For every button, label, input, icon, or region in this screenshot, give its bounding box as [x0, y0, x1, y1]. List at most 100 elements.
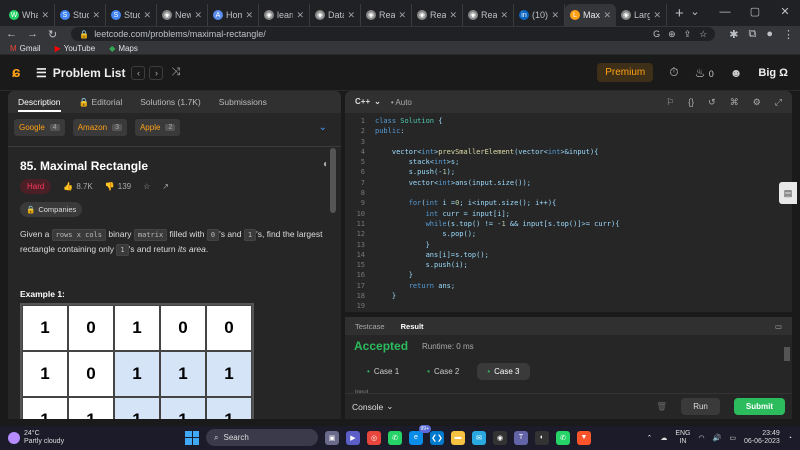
panel-toggle-icon[interactable]: ▭ — [775, 322, 782, 331]
chevron-up-icon[interactable]: ⌃ — [646, 434, 652, 442]
url-text[interactable]: leetcode.com/problems/maximal-rectangle/ — [94, 29, 266, 39]
browser-tab[interactable]: WWhat✕ — [4, 4, 55, 26]
fullscreen-icon[interactable]: ⤢ — [775, 97, 782, 108]
case-2-tab[interactable]: • Case 2 — [417, 363, 469, 380]
language-select[interactable]: C++ ⌄ — [355, 98, 381, 106]
close-tab-icon[interactable]: ✕ — [347, 10, 355, 21]
language-indicator[interactable]: ENG IN — [675, 430, 690, 446]
whatsapp-icon[interactable]: ✆ — [388, 430, 402, 445]
share-icon[interactable]: ↗ — [162, 182, 169, 191]
favorite-star-icon[interactable]: ☆ — [143, 182, 150, 191]
whatsapp-business-icon[interactable]: ✆ — [556, 430, 570, 445]
bookmark-youtube[interactable]: ▶ YouTube — [55, 44, 96, 53]
close-tab-icon[interactable]: ✕ — [41, 10, 49, 21]
battery-icon[interactable]: ▭ — [729, 434, 736, 442]
vscode-icon[interactable]: ❮❯ — [430, 430, 444, 445]
puzzle-icon[interactable]: ⧉ — [748, 28, 756, 41]
auto-mode[interactable]: • Auto — [391, 98, 412, 107]
companies-badge[interactable]: 🔒 Companies — [20, 202, 83, 217]
close-tab-icon[interactable]: ✕ — [500, 10, 508, 21]
back-arrow-icon[interactable]: ← — [6, 28, 17, 40]
result-scrollbar[interactable] — [784, 347, 790, 361]
chevron-down-icon[interactable]: ⌄ — [680, 0, 710, 24]
chrome-icon[interactable]: ◎ — [367, 430, 381, 445]
trash-icon[interactable]: 🗑 — [656, 401, 667, 412]
browser-tab[interactable]: ◉Large✕ — [616, 4, 667, 26]
streak-counter[interactable]: ♨ 0 — [695, 66, 714, 80]
company-apple[interactable]: Apple 2 — [134, 119, 181, 136]
close-tab-icon[interactable]: ✕ — [194, 10, 202, 21]
close-tab-icon[interactable]: ✕ — [653, 10, 661, 21]
next-problem-button[interactable]: › — [149, 65, 164, 80]
submit-button[interactable]: Submit — [733, 398, 785, 415]
close-tab-icon[interactable]: ✕ — [551, 10, 559, 21]
case-3-tab[interactable]: • Case 3 — [477, 363, 530, 380]
prev-problem-button[interactable]: ‹ — [131, 65, 146, 80]
maximize-button[interactable]: ▢ — [740, 0, 770, 24]
zoom-icon[interactable]: ⊕ — [668, 29, 676, 40]
case-1-tab[interactable]: • Case 1 — [357, 363, 409, 380]
timer-icon[interactable]: ⏱ — [669, 65, 678, 80]
github-icon[interactable]: ◉ — [493, 430, 507, 445]
url-bar[interactable]: 🔒 leetcode.com/problems/maximal-rectangl… — [71, 27, 716, 41]
tab-description[interactable]: Description — [18, 97, 61, 112]
braces-icon[interactable]: {} — [688, 97, 694, 108]
reload-icon[interactable]: ↻ — [48, 28, 57, 41]
mail-icon[interactable]: ✉ — [472, 430, 486, 445]
browser-tab[interactable]: ◉React✕ — [463, 4, 514, 26]
browser-tab[interactable]: ◉React✕ — [412, 4, 463, 26]
minimize-button[interactable]: — — [710, 0, 740, 24]
shuffle-icon[interactable]: ⤨ — [171, 66, 180, 79]
clock[interactable]: 23:49 06-06-2023 — [744, 430, 780, 446]
browser-tab[interactable]: L Maxi ✕ — [565, 4, 616, 26]
close-tab-icon[interactable]: ✕ — [398, 10, 406, 21]
shortcut-icon[interactable]: ⌘ — [730, 97, 739, 108]
cloud-icon[interactable]: ☁ — [660, 434, 667, 442]
windows-start-icon[interactable] — [185, 430, 199, 445]
bookmark-gmail[interactable]: M Gmail — [10, 44, 41, 53]
username[interactable]: Big Ω — [758, 67, 788, 79]
task-view-icon[interactable]: ▣ — [325, 430, 339, 445]
chevron-down-icon[interactable]: ⌄ — [319, 122, 335, 133]
left-scrollbar[interactable] — [330, 148, 336, 213]
company-amazon[interactable]: Amazon 3 — [72, 119, 127, 136]
close-tab-icon[interactable]: ✕ — [245, 10, 253, 21]
bookmark-icon[interactable]: ⚐ — [666, 97, 674, 108]
browser-tab[interactable]: ◉React✕ — [361, 4, 412, 26]
tab-testcase[interactable]: Testcase — [355, 322, 385, 331]
profile-avatar[interactable]: ● — [766, 28, 773, 40]
close-tab-icon[interactable]: ✕ — [603, 10, 611, 21]
browser-tab[interactable]: in(10) F✕ — [514, 4, 565, 26]
google-icon[interactable]: G — [653, 29, 660, 40]
meet-icon[interactable]: ▶ — [346, 430, 360, 445]
browser-tab[interactable]: SStudy✕ — [55, 4, 106, 26]
star-icon[interactable]: ☆ — [699, 29, 707, 40]
browser-tab[interactable]: ◉New T✕ — [157, 4, 208, 26]
close-tab-icon[interactable]: ✕ — [449, 10, 457, 21]
brave-icon[interactable]: ▼ — [577, 430, 591, 445]
close-window-button[interactable]: ✕ — [770, 0, 800, 24]
tab-editorial[interactable]: 🔒 Editorial — [79, 97, 123, 108]
forward-arrow-icon[interactable]: → — [27, 28, 38, 40]
weather-widget[interactable]: 24°C Partly cloudy — [8, 430, 64, 446]
theme-icon[interactable]: ◐ — [323, 159, 329, 173]
share-icon[interactable]: ⇪ — [684, 29, 692, 40]
console-toggle[interactable]: Console ⌄ — [352, 401, 393, 412]
close-tab-icon[interactable]: ✕ — [296, 10, 304, 21]
teams-icon[interactable]: T — [514, 430, 528, 445]
browser-tab[interactable]: ◉learn.✕ — [259, 4, 310, 26]
extensions-icon[interactable]: ✱ — [729, 28, 738, 41]
problem-list-button[interactable]: ☰ Problem List — [36, 66, 125, 80]
close-tab-icon[interactable]: ✕ — [92, 10, 100, 21]
browser-tab[interactable]: ◉Data✕ — [310, 4, 361, 26]
company-google[interactable]: Google 4 — [14, 119, 65, 136]
tab-result[interactable]: Result — [401, 322, 424, 331]
app-icon[interactable]: ◐ — [535, 430, 549, 445]
notification-icon[interactable]: ◔ — [788, 435, 792, 442]
run-button[interactable]: Run — [681, 398, 720, 415]
volume-icon[interactable]: 🔊 — [713, 434, 722, 442]
reset-icon[interactable]: ↺ — [708, 97, 716, 108]
browser-tab[interactable]: AHome✕ — [208, 4, 259, 26]
dislike-button[interactable]: 👎 139 — [105, 182, 131, 191]
settings-gear-icon[interactable]: ⚙ — [753, 97, 761, 108]
